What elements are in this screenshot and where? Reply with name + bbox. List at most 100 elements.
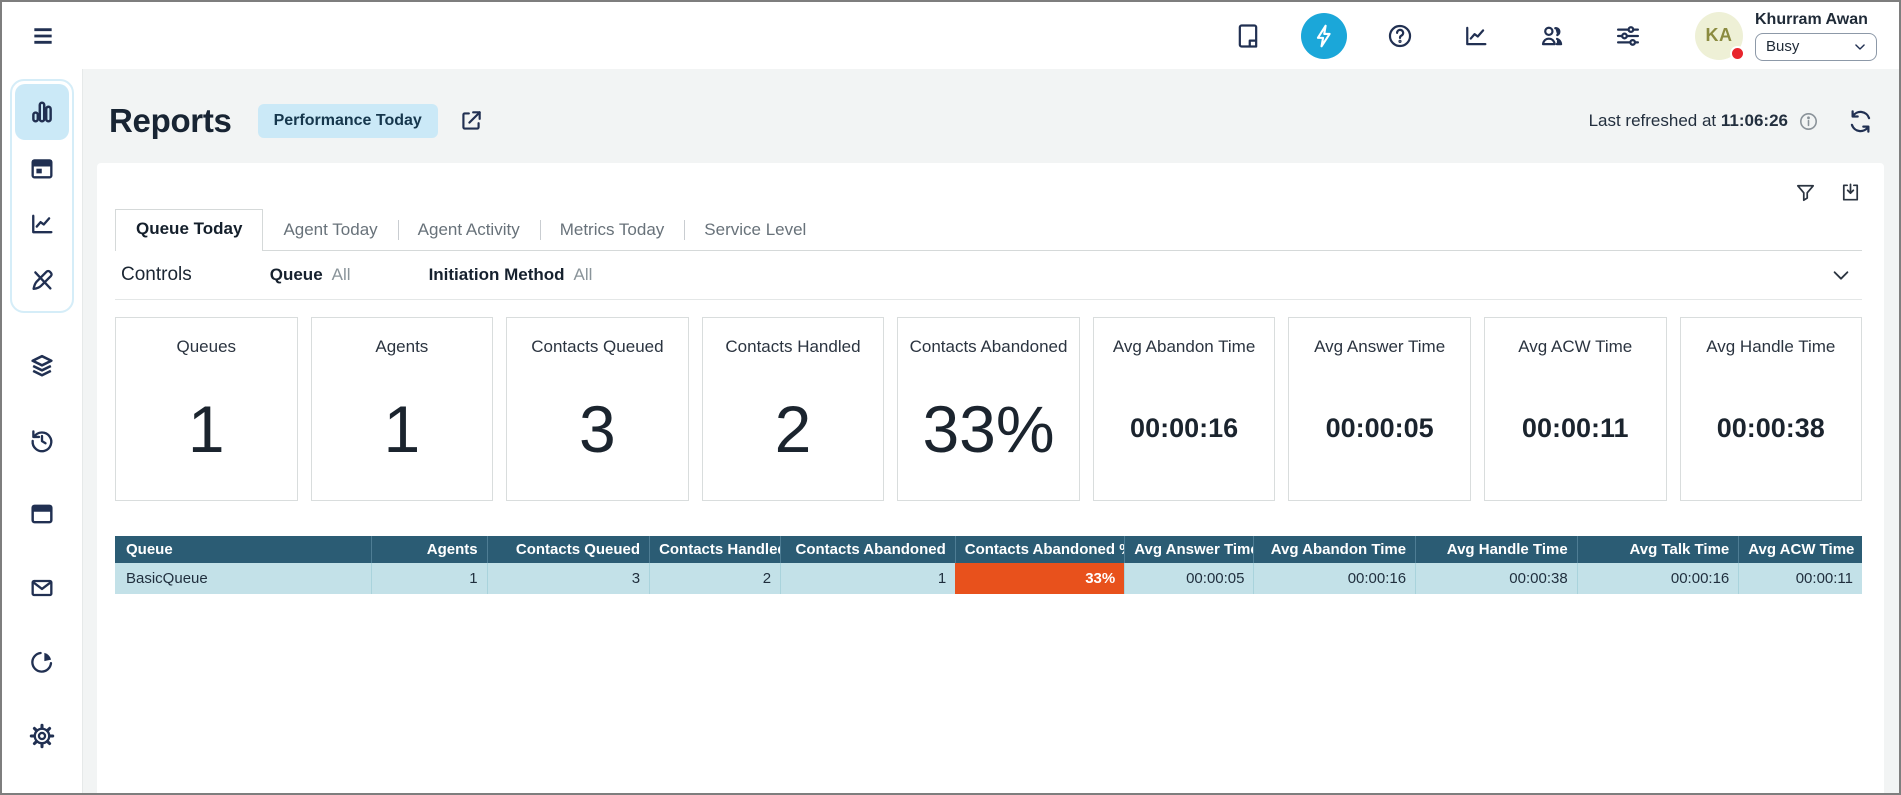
sidebar-item-design[interactable] (15, 252, 69, 308)
settings-sliders-icon[interactable] (1605, 13, 1651, 59)
status-select[interactable]: Busy (1755, 33, 1877, 61)
tab-queue-today[interactable]: Queue Today (115, 209, 263, 251)
kpi-value: 00:00:16 (1130, 413, 1238, 444)
kpi-label: Avg Handle Time (1706, 337, 1835, 357)
col-avg-acw-time[interactable]: Avg ACW Time (1739, 536, 1862, 563)
sidebar-item-analytics[interactable] (15, 635, 69, 689)
kpi-value: 00:00:05 (1326, 413, 1434, 444)
info-icon[interactable] (1798, 111, 1819, 132)
sidebar-item-settings[interactable] (15, 709, 69, 763)
layers-icon (28, 352, 56, 380)
cell-avg-handle-time: 00:00:38 (1416, 563, 1578, 594)
users-icon[interactable] (1529, 13, 1575, 59)
card-tools (115, 177, 1862, 207)
tab-agent-activity[interactable]: Agent Activity (398, 211, 540, 250)
presence-dot (1730, 46, 1745, 61)
col-agents[interactable]: Agents (372, 536, 487, 563)
queue-table: Queue Agents Contacts Queued Contacts Ha… (115, 536, 1862, 594)
cell-contacts-handled: 2 (650, 563, 781, 594)
kpi-card-avg-abandon-time: Avg Abandon Time 00:00:16 (1093, 317, 1276, 501)
content: Reports Performance Today Last refreshed… (83, 69, 1899, 795)
queue-filter-label: Queue (270, 265, 323, 285)
queue-filter-value: All (332, 265, 351, 285)
filter-icon[interactable] (1794, 181, 1817, 204)
tab-agent-today[interactable]: Agent Today (263, 211, 397, 250)
gear-icon (28, 722, 56, 750)
sidebar-nav-group (10, 79, 74, 313)
topbar: KA Khurram Awan Busy (2, 2, 1899, 69)
kpi-card-contacts-queued: Contacts Queued 3 (506, 317, 689, 501)
controls-row: Controls Queue All Initiation Method All (115, 251, 1862, 300)
kpi-value: 1 (188, 391, 225, 467)
col-contacts-abandoned-pct[interactable]: Contacts Abandoned % (955, 536, 1124, 563)
browser-window-icon (28, 500, 56, 528)
kpi-value: 2 (775, 391, 812, 467)
kpi-label: Avg Answer Time (1314, 337, 1445, 357)
sidebar (2, 69, 83, 795)
status-value: Busy (1766, 38, 1799, 55)
sidebar-item-schedule[interactable] (15, 140, 69, 196)
last-refreshed: Last refreshed at 11:06:26 (1589, 111, 1788, 131)
notes-icon[interactable] (1225, 13, 1271, 59)
tab-service-level[interactable]: Service Level (684, 211, 826, 250)
col-contacts-handled[interactable]: Contacts Handled (650, 536, 781, 563)
envelope-icon (28, 574, 56, 602)
metrics-icon[interactable] (1453, 13, 1499, 59)
page-title: Reports (109, 102, 232, 140)
cell-avg-talk-time: 00:00:16 (1577, 563, 1739, 594)
table-row: BasicQueue 1 3 2 1 33% 00:00:05 00:00:16… (115, 563, 1862, 594)
sidebar-item-mail[interactable] (15, 561, 69, 615)
kpi-card-queues: Queues 1 (115, 317, 298, 501)
user-name: Khurram Awan (1755, 11, 1877, 29)
sidebar-item-window[interactable] (15, 487, 69, 541)
col-avg-talk-time[interactable]: Avg Talk Time (1577, 536, 1739, 563)
cell-avg-acw-time: 00:00:11 (1739, 563, 1862, 594)
kpi-label: Contacts Abandoned (910, 337, 1068, 357)
sidebar-item-layers[interactable] (15, 339, 69, 393)
main-area: Reports Performance Today Last refreshed… (2, 69, 1899, 795)
initiation-method-filter[interactable]: Initiation Method All (429, 265, 593, 285)
kpi-label: Avg Abandon Time (1113, 337, 1255, 357)
user-avatar[interactable]: KA (1695, 12, 1743, 60)
hamburger-menu-icon[interactable] (26, 19, 60, 53)
bar-chart-icon (28, 98, 56, 126)
col-contacts-abandoned[interactable]: Contacts Abandoned (781, 536, 956, 563)
chevron-down-icon (1853, 40, 1867, 54)
col-avg-answer-time[interactable]: Avg Answer Time (1125, 536, 1254, 563)
kpi-value: 00:00:38 (1717, 413, 1825, 444)
flash-icon[interactable] (1301, 13, 1347, 59)
user-block: Khurram Awan Busy (1755, 11, 1877, 61)
col-queue[interactable]: Queue (115, 536, 372, 563)
queue-filter[interactable]: Queue All (270, 265, 351, 285)
refresh-icon[interactable] (1847, 108, 1874, 135)
col-contacts-queued[interactable]: Contacts Queued (487, 536, 649, 563)
kpi-value: 1 (383, 391, 420, 467)
help-icon[interactable] (1377, 13, 1423, 59)
last-refreshed-time: 11:06:26 (1721, 111, 1788, 130)
kpi-card-contacts-handled: Contacts Handled 2 (702, 317, 885, 501)
controls-collapse-chevron-icon[interactable] (1830, 264, 1852, 286)
sidebar-item-reports[interactable] (15, 84, 69, 140)
tab-metrics-today[interactable]: Metrics Today (540, 211, 685, 250)
initiation-method-label: Initiation Method (429, 265, 565, 285)
col-avg-handle-time[interactable]: Avg Handle Time (1416, 536, 1578, 563)
cell-contacts-abandoned: 1 (781, 563, 956, 594)
kpi-value: 33% (922, 391, 1054, 467)
sidebar-item-history[interactable] (15, 413, 69, 467)
line-chart-icon (28, 210, 56, 238)
external-link-icon[interactable] (458, 108, 484, 134)
sidebar-item-metrics[interactable] (15, 196, 69, 252)
col-avg-abandon-time[interactable]: Avg Abandon Time (1254, 536, 1416, 563)
download-icon[interactable] (1839, 181, 1862, 204)
kpi-card-avg-answer-time: Avg Answer Time 00:00:05 (1288, 317, 1471, 501)
kpi-card-contacts-abandoned: Contacts Abandoned 33% (897, 317, 1080, 501)
report-card: Queue Today Agent Today Agent Activity M… (97, 163, 1884, 795)
performance-today-badge[interactable]: Performance Today (258, 104, 438, 138)
history-clock-icon (28, 426, 56, 454)
app-window: KA Khurram Awan Busy (0, 0, 1901, 795)
kpi-value: 3 (579, 391, 616, 467)
cell-avg-answer-time: 00:00:05 (1125, 563, 1254, 594)
kpi-label: Queues (177, 337, 237, 357)
kpi-card-avg-acw-time: Avg ACW Time 00:00:11 (1484, 317, 1667, 501)
tab-bar: Queue Today Agent Today Agent Activity M… (115, 209, 1862, 251)
